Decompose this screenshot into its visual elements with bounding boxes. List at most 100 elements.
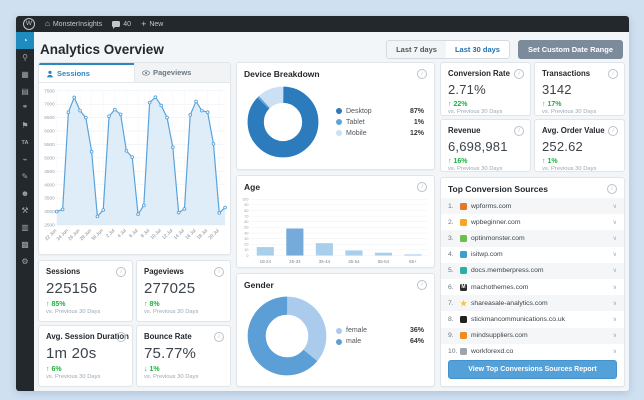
- sidebar-item-comments[interactable]: ❞: [16, 100, 34, 117]
- source-rank: 2.: [448, 218, 454, 226]
- chevron-down-icon[interactable]: ∨: [613, 300, 617, 307]
- svg-text:5000: 5000: [44, 155, 55, 160]
- insights-icon: ▩: [21, 240, 29, 249]
- source-row-optinmonster-com[interactable]: 3. optinmonster.com ∨: [441, 230, 624, 247]
- sidebar-item-tools[interactable]: ⚒: [16, 202, 34, 219]
- stat-delta: ↑ 8%: [144, 301, 223, 308]
- site-name-label: MonsterInsights: [52, 20, 103, 28]
- top-conversion-sources-panel: Top Conversion Sources i 1. wpforms.com ∨ 2…: [440, 177, 625, 387]
- source-row-wpbeginner-com[interactable]: 2. wpbeginner.com ∨: [441, 214, 624, 230]
- stat-card-transactions: Transactions i 3142 ↑ 17% vs. Previous 30 Da…: [534, 62, 625, 116]
- chevron-down-icon[interactable]: ∨: [613, 219, 617, 226]
- svg-text:3000: 3000: [44, 209, 55, 214]
- sources-list: 1. wpforms.com ∨ 2. wpbeginner.com ∨ 3. optinmo…: [441, 196, 624, 356]
- sidebar-item-posts[interactable]: ⚲: [16, 49, 34, 66]
- last-30-days-button[interactable]: Last 30 days: [445, 40, 509, 58]
- info-icon[interactable]: i: [514, 125, 524, 136]
- legend-item-mobile: Mobile 12%: [336, 130, 424, 137]
- sidebar-item-pages[interactable]: ▤: [16, 83, 34, 100]
- source-rank: 5.: [448, 267, 454, 275]
- stat-label: Revenue: [448, 125, 481, 135]
- new-content-menu[interactable]: + New: [141, 20, 163, 29]
- tab-sessions[interactable]: Sessions: [39, 63, 134, 82]
- sidebar-item-feedback[interactable]: ⚑: [16, 117, 34, 134]
- stat-value: 1m 20s: [46, 345, 97, 362]
- stat-delta-pct: 6%: [51, 366, 62, 373]
- info-icon[interactable]: i: [116, 267, 126, 277]
- stat-comparison-note: vs. Previous 30 Days: [46, 309, 101, 315]
- sidebar-item-ta[interactable]: TA: [16, 134, 34, 151]
- home-icon: ⌂: [45, 19, 50, 28]
- chevron-down-icon[interactable]: ∨: [613, 267, 617, 274]
- sidebar-item-plugins[interactable]: ⌁: [16, 151, 34, 168]
- settings-icon: ▥: [21, 223, 29, 232]
- page-title: Analytics Overview: [40, 41, 164, 57]
- person-icon: [47, 70, 53, 77]
- sidebar-item-insights[interactable]: ▩: [16, 236, 34, 253]
- chevron-down-icon[interactable]: ∨: [613, 316, 617, 323]
- legend-item-tablet: Tablet 1%: [336, 119, 424, 126]
- source-row-machothemes-com[interactable]: 6. Mmachothemes.com ∨: [441, 279, 624, 295]
- source-row-isitwp-com[interactable]: 4. isitwp.com ∨: [441, 247, 624, 263]
- stat-delta: ↑ 85%: [46, 301, 125, 308]
- sidebar-item-users[interactable]: ☻: [16, 185, 34, 202]
- chevron-down-icon[interactable]: ∨: [613, 203, 617, 210]
- source-row-mindsuppliers-com[interactable]: 9. mindsuppliers.com ∨: [441, 327, 624, 344]
- site-favicon: [460, 332, 467, 340]
- gender-legend: female 36% male 64%: [336, 327, 424, 345]
- info-icon[interactable]: i: [214, 332, 224, 342]
- last-7-days-button[interactable]: Last 7 days: [387, 40, 446, 58]
- info-icon[interactable]: i: [608, 69, 618, 79]
- info-icon[interactable]: i: [214, 267, 224, 277]
- legend-label: female: [346, 327, 368, 334]
- legend-item-male: male 64%: [336, 338, 424, 345]
- stat-comparison-note: vs. Previous 30 Days: [542, 109, 597, 115]
- dashboard-columns: Sessions Pageviews 2500 3000 3500 4000 4500 5…: [38, 62, 625, 387]
- source-row-docs-memberpress-com[interactable]: 5. docs.memberpress.com ∨: [441, 262, 624, 279]
- set-custom-date-range-button[interactable]: Set Custom Date Range: [517, 39, 623, 59]
- view-sources-report-button[interactable]: View Top Conversions Sources Report: [448, 360, 617, 379]
- info-icon[interactable]: i: [116, 332, 126, 342]
- svg-text:0: 0: [246, 254, 248, 258]
- sidebar-item-appearance[interactable]: ✎: [16, 168, 34, 185]
- info-icon[interactable]: i: [417, 280, 427, 290]
- info-icon[interactable]: i: [417, 69, 427, 79]
- chevron-down-icon[interactable]: ∨: [613, 284, 617, 291]
- chevron-down-icon[interactable]: ∨: [613, 348, 617, 355]
- chevron-down-icon[interactable]: ∨: [613, 332, 617, 339]
- plugins-icon: ⌁: [22, 155, 28, 164]
- legend-item-desktop: Desktop 87%: [336, 108, 424, 115]
- comments-menu[interactable]: 40: [112, 21, 131, 29]
- source-row-shareasale-analytics-com[interactable]: 7. ★ shareasale-analytics.com ∨: [441, 295, 624, 312]
- sidebar-item-settings[interactable]: ▥: [16, 219, 34, 236]
- svg-text:65+: 65+: [409, 259, 417, 264]
- wordpress-logo-icon[interactable]: W: [23, 18, 35, 30]
- sidebar-item-collapse[interactable]: ⚙: [16, 253, 34, 270]
- stat-comparison-note: vs. Previous 30 Days: [144, 374, 199, 380]
- chevron-down-icon[interactable]: ∨: [613, 235, 617, 242]
- sidebar-item-media[interactable]: ▦: [16, 66, 34, 83]
- stat-card-pageviews: Pageviews i 277025 ↑ 8% vs. Previous 30 Days: [136, 260, 231, 322]
- info-icon[interactable]: i: [608, 125, 618, 136]
- device-breakdown-panel: Device Breakdown i Desktop 87% Tablet 1% Mob…: [236, 62, 435, 170]
- tab-pageviews-label: Pageviews: [153, 68, 192, 77]
- svg-text:6 Jul: 6 Jul: [128, 228, 139, 238]
- source-row-wpforms-com[interactable]: 1. wpforms.com ∨: [441, 198, 624, 215]
- info-icon[interactable]: i: [417, 182, 427, 192]
- source-domain: stickmancommunications.co.uk: [471, 315, 566, 323]
- source-row-stickmancommunications-co-uk[interactable]: 8. stickmancommunications.co.uk ∨: [441, 311, 624, 327]
- svg-text:12 Jul: 12 Jul: [161, 228, 174, 240]
- device-breakdown-title: Device Breakdown: [244, 69, 320, 79]
- legend-value: 1%: [413, 118, 424, 126]
- site-name-menu[interactable]: ⌂ MonsterInsights: [45, 20, 102, 28]
- svg-text:7000: 7000: [44, 102, 55, 107]
- chevron-down-icon[interactable]: ∨: [613, 251, 617, 258]
- site-favicon: [460, 348, 467, 356]
- source-row-workforexd-co[interactable]: 10. workforexd.co ∨: [441, 344, 624, 356]
- info-icon[interactable]: i: [607, 184, 617, 194]
- tab-pageviews[interactable]: Pageviews: [134, 63, 230, 82]
- legend-value: 36%: [409, 327, 424, 334]
- info-icon[interactable]: i: [514, 69, 524, 79]
- sidebar-item-dashboard[interactable]: ◔: [16, 32, 34, 49]
- stat-delta-pct: 8%: [149, 301, 160, 308]
